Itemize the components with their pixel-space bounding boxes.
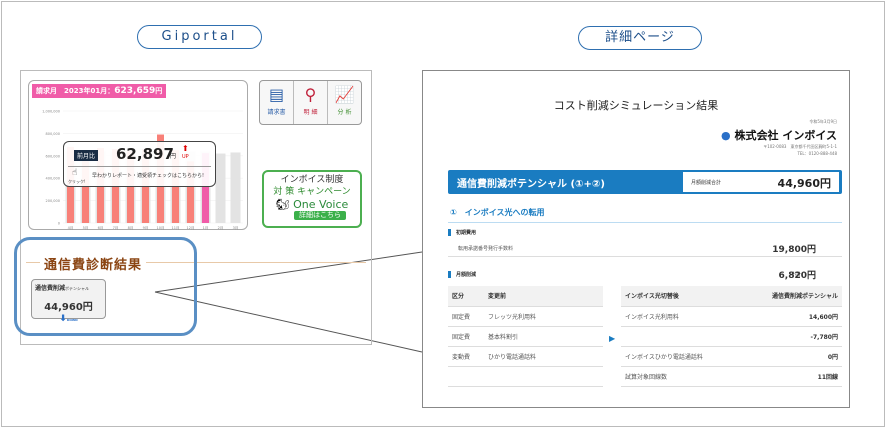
bar-previous	[215, 153, 226, 223]
before-table: 区分 変更前 固定費 フレッツ光利用料 固定費 基本料割引 変動費 ひかり電話通話料	[448, 286, 603, 387]
detail-document: コスト削減シミュレーション結果 令和5年3月9日 ● 株式会社 インボイス 〒1…	[422, 70, 850, 408]
y-tick-label: 0	[58, 222, 60, 226]
header-category: 区分	[448, 286, 484, 307]
initial-cost-item: 転用承諾番号発行手数料	[458, 246, 514, 252]
billing-month-tag: 請求月 2023年01月：623,659円	[32, 84, 167, 98]
subtotal-amount: 6,820円	[778, 271, 816, 281]
cell	[448, 366, 484, 387]
y-tick-label: 800,000	[46, 132, 60, 136]
bar-previous	[230, 152, 241, 223]
mom-badge: 前月比	[74, 150, 99, 161]
highlight-outline	[14, 237, 197, 336]
arrow-right-icon: ▶	[609, 334, 616, 343]
cell: ひかり電話通話料	[484, 346, 603, 367]
report-link[interactable]: 早わかりレポート・適受領チェックはこちらから!	[92, 172, 204, 179]
cell: -7,780円	[739, 326, 842, 347]
campaign-cta[interactable]: 詳細はこちら	[294, 211, 346, 220]
potential-banner: 通信費削減ポテンシャル (①+②) 月額削減合計 44,960円	[448, 170, 842, 194]
cell: 変動費	[448, 346, 484, 367]
cell: フレッツ光利用料	[484, 306, 603, 327]
doc-title: コスト削減シミュレーション結果	[553, 99, 719, 112]
cell	[621, 326, 740, 347]
total-amount: 44,960円	[777, 177, 831, 190]
cell: 11回線	[739, 366, 842, 387]
bill-unit: 円	[155, 87, 163, 95]
campaign-line2: 対 策 キャンペーン	[273, 187, 351, 197]
total-label: 月額削減合計	[691, 180, 722, 186]
details-button[interactable]: ⚲ 明 細	[294, 81, 328, 124]
cell	[484, 366, 603, 387]
after-table: インボイス光切替後 通信費削減ポテンシャル インボイス光利用料 14,600円 -7…	[621, 286, 842, 387]
cell: インボイスひかり電話通話料	[621, 346, 740, 367]
details-label: 明 細	[303, 109, 318, 116]
bill-amount: 623,659	[114, 86, 156, 96]
x-tick-label: 6月	[98, 225, 104, 230]
initial-cost-label: 初期費用	[448, 229, 476, 236]
x-tick-label: 4月	[68, 225, 74, 230]
chart-icon: 📈	[334, 85, 355, 104]
analysis-button[interactable]: 📈 分 析	[328, 81, 361, 124]
analysis-label: 分 析	[337, 109, 352, 116]
up-arrow-icon: ⬆ UP	[182, 144, 189, 161]
doc-date: 令和5年3月9日	[809, 119, 837, 124]
company-name: 株式会社 インボイス	[734, 129, 838, 142]
click-label: クリック!	[68, 179, 86, 184]
campaign-line1: インボイス制度	[280, 175, 344, 185]
x-tick-label: 3月	[233, 225, 239, 230]
x-tick-label: 7月	[113, 225, 119, 230]
hand-pointer-icon: ☝	[72, 168, 78, 178]
bill-label: 請求月 2023年01月：	[36, 87, 115, 95]
month-comparison-tooltip[interactable]: 前月比 62,897 円 ⬆ UP ☝ クリック! 早わかりレポート・適受領チェッ…	[63, 141, 216, 187]
cell: 基本料割引	[484, 326, 603, 347]
invoice-campaign-banner[interactable]: インボイス制度 対 策 キャンペーン 🐿 One Voice 詳細はこちら	[262, 170, 362, 228]
section1-title: ① インボイス光への転用	[450, 208, 545, 217]
x-tick-label: 1月	[203, 225, 209, 230]
header-potential: 通信費削減ポテンシャル	[739, 286, 842, 307]
up-label: UP	[182, 154, 189, 160]
banner-title: 通信費削減ポテンシャル (①+②)	[457, 179, 605, 190]
cell: 試算対象回線数	[621, 366, 740, 387]
cell: 固定費	[448, 306, 484, 327]
initial-cost-amount: 19,800円	[772, 245, 816, 255]
x-tick-label: 8月	[128, 225, 134, 230]
x-tick-label: 11月	[172, 225, 180, 230]
invoice-label: 請求書	[267, 109, 286, 116]
x-tick-label: 10月	[157, 225, 165, 230]
x-tick-label: 5月	[83, 225, 89, 230]
y-tick-label: 600,000	[46, 154, 60, 158]
monthly-label: 月額削減	[448, 271, 476, 278]
mom-unit: 円	[170, 153, 177, 160]
brand-name: One Voice	[293, 198, 349, 211]
invoice-button[interactable]: ▤ 請求書	[260, 81, 294, 124]
company-tel: TEL：0120-888-448	[797, 151, 837, 156]
squirrel-icon: 🐿	[275, 198, 290, 211]
x-tick-label: 2月	[218, 225, 224, 230]
x-tick-label: 9月	[143, 225, 149, 230]
header-before: 変更前	[484, 286, 603, 307]
company-logo-icon: ●	[721, 129, 731, 142]
header-after: インボイス光切替後	[621, 286, 740, 307]
cell: 固定費	[448, 326, 484, 347]
quick-buttons: ▤ 請求書 ⚲ 明 細 📈 分 析	[259, 80, 362, 125]
one-voice-logo: 🐿 One Voice	[264, 198, 360, 211]
cell: インボイス光利用料	[621, 306, 740, 327]
document-icon: ▤	[268, 85, 285, 104]
search-icon: ⚲	[304, 85, 317, 104]
company-address: 〒102-0083 東京都千代田区麹町5-1-1	[763, 144, 837, 149]
cell: 0円	[739, 346, 842, 367]
y-tick-label: 1,000,000	[42, 110, 60, 114]
x-tick-label: 12月	[187, 225, 195, 230]
mom-amount: 62,897	[116, 145, 174, 163]
y-tick-label: 200,000	[46, 199, 60, 203]
cell: 14,600円	[739, 306, 842, 327]
y-tick-label: 400,000	[46, 177, 60, 181]
